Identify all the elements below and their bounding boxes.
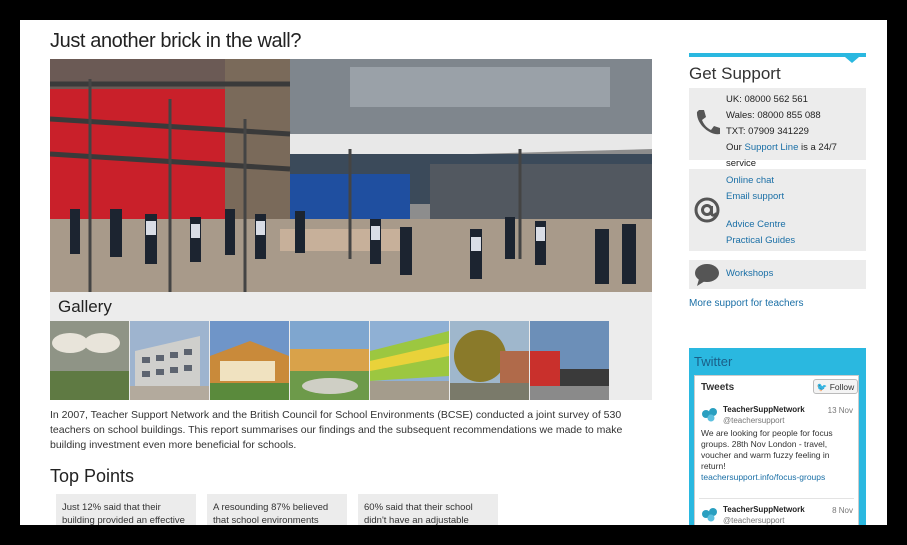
email-support-link[interactable]: Email support bbox=[726, 189, 795, 205]
gallery-thumbnail[interactable] bbox=[130, 321, 209, 400]
practical-guides-link[interactable]: Practical Guides bbox=[726, 233, 795, 249]
tweet-avatar-icon bbox=[702, 508, 717, 522]
tweet-text: We are looking for people for focus grou… bbox=[701, 428, 851, 483]
support-line-prefix: Our bbox=[726, 142, 745, 153]
page-title: Just another brick in the wall? bbox=[50, 30, 302, 52]
support-line-link[interactable]: Support Line bbox=[744, 142, 798, 153]
tweets-label: Tweets bbox=[701, 382, 735, 393]
sidebar-accent-notch bbox=[845, 57, 859, 63]
tweet-link[interactable]: teachersupport.info/focus-groups bbox=[701, 472, 851, 483]
gallery: Gallery bbox=[50, 292, 652, 400]
gallery-thumbnail[interactable] bbox=[50, 321, 129, 400]
top-point-card: 60% said that their school didn't have a… bbox=[358, 494, 498, 525]
top-points-title: Top Points bbox=[50, 466, 135, 486]
sidebar-accent-bar bbox=[689, 53, 866, 57]
tweet-author-handle: @teachersupport bbox=[723, 516, 785, 525]
tweet: TeacherSuppNetwork @teachersupport 8 Nov bbox=[701, 504, 857, 525]
gallery-thumbnail[interactable] bbox=[210, 321, 289, 400]
phone-lines: UK: 08000 562 561 Wales: 08000 855 088 T… bbox=[726, 92, 866, 172]
tweet-date[interactable]: 8 Nov bbox=[832, 505, 853, 516]
top-point-card: A resounding 87% believed that school en… bbox=[207, 494, 347, 525]
workshops-box: Workshops bbox=[689, 260, 866, 289]
twitter-title: Twitter bbox=[694, 354, 733, 369]
top-points-list: Just 12% said that their building provid… bbox=[56, 494, 509, 525]
twitter-timeline[interactable]: Tweets 🐦 Follow TeacherSuppNetwork @teac… bbox=[694, 375, 859, 525]
tweet-author-name[interactable]: TeacherSuppNetwork bbox=[723, 504, 805, 515]
hero-image bbox=[50, 59, 652, 292]
tweet-divider bbox=[699, 498, 854, 499]
online-links: Online chat Email support Advice Centre … bbox=[726, 173, 795, 249]
online-chat-link[interactable]: Online chat bbox=[726, 173, 795, 189]
tweet-body: We are looking for people for focus grou… bbox=[701, 428, 833, 471]
gallery-title: Gallery bbox=[58, 297, 112, 316]
workshops-link[interactable]: Workshops bbox=[726, 266, 773, 282]
tweet-author-handle: @teachersupport bbox=[723, 416, 785, 425]
online-support-box: Online chat Email support Advice Centre … bbox=[689, 169, 866, 251]
tweet-author-name[interactable]: TeacherSuppNetwork bbox=[723, 404, 805, 415]
twitter-bird-icon: 🐦 bbox=[816, 382, 828, 392]
gallery-thumbnail[interactable] bbox=[370, 321, 449, 400]
phone-support-box: UK: 08000 562 561 Wales: 08000 855 088 T… bbox=[689, 88, 866, 169]
phone-line-txt: TXT: 07909 341229 bbox=[726, 126, 809, 137]
twitter-widget: Twitter Tweets 🐦 Follow TeacherSuppNetwo… bbox=[689, 348, 866, 525]
tweet: TeacherSuppNetwork @teachersupport 13 No… bbox=[701, 404, 857, 494]
tweet-date[interactable]: 13 Nov bbox=[828, 405, 853, 416]
page-frame: Just another brick in the wall? Gallery … bbox=[20, 20, 887, 525]
more-support-link[interactable]: More support for teachers bbox=[689, 298, 804, 309]
phone-icon bbox=[693, 108, 721, 143]
phone-line-uk: UK: 08000 562 561 bbox=[726, 94, 808, 105]
phone-line-wales: Wales: 08000 855 088 bbox=[726, 110, 821, 121]
advice-centre-link[interactable]: Advice Centre bbox=[726, 217, 795, 233]
follow-button[interactable]: 🐦 Follow bbox=[813, 379, 858, 394]
sidebar-title: Get Support bbox=[689, 64, 781, 83]
workshops-links: Workshops bbox=[726, 266, 773, 282]
top-point-card: Just 12% said that their building provid… bbox=[56, 494, 196, 525]
gallery-thumbnail[interactable] bbox=[290, 321, 369, 400]
speech-bubble-icon bbox=[693, 263, 721, 292]
gallery-thumbnail[interactable] bbox=[530, 321, 609, 400]
gallery-thumbnail[interactable] bbox=[450, 321, 529, 400]
summary-text: In 2007, Teacher Support Network and the… bbox=[50, 409, 623, 451]
follow-label: Follow bbox=[829, 382, 855, 392]
gallery-thumbnails bbox=[50, 321, 610, 400]
support-line-text: Our Support Line is a 24/7 service bbox=[726, 140, 866, 172]
at-icon bbox=[693, 196, 721, 229]
tweet-avatar-icon bbox=[702, 408, 717, 422]
